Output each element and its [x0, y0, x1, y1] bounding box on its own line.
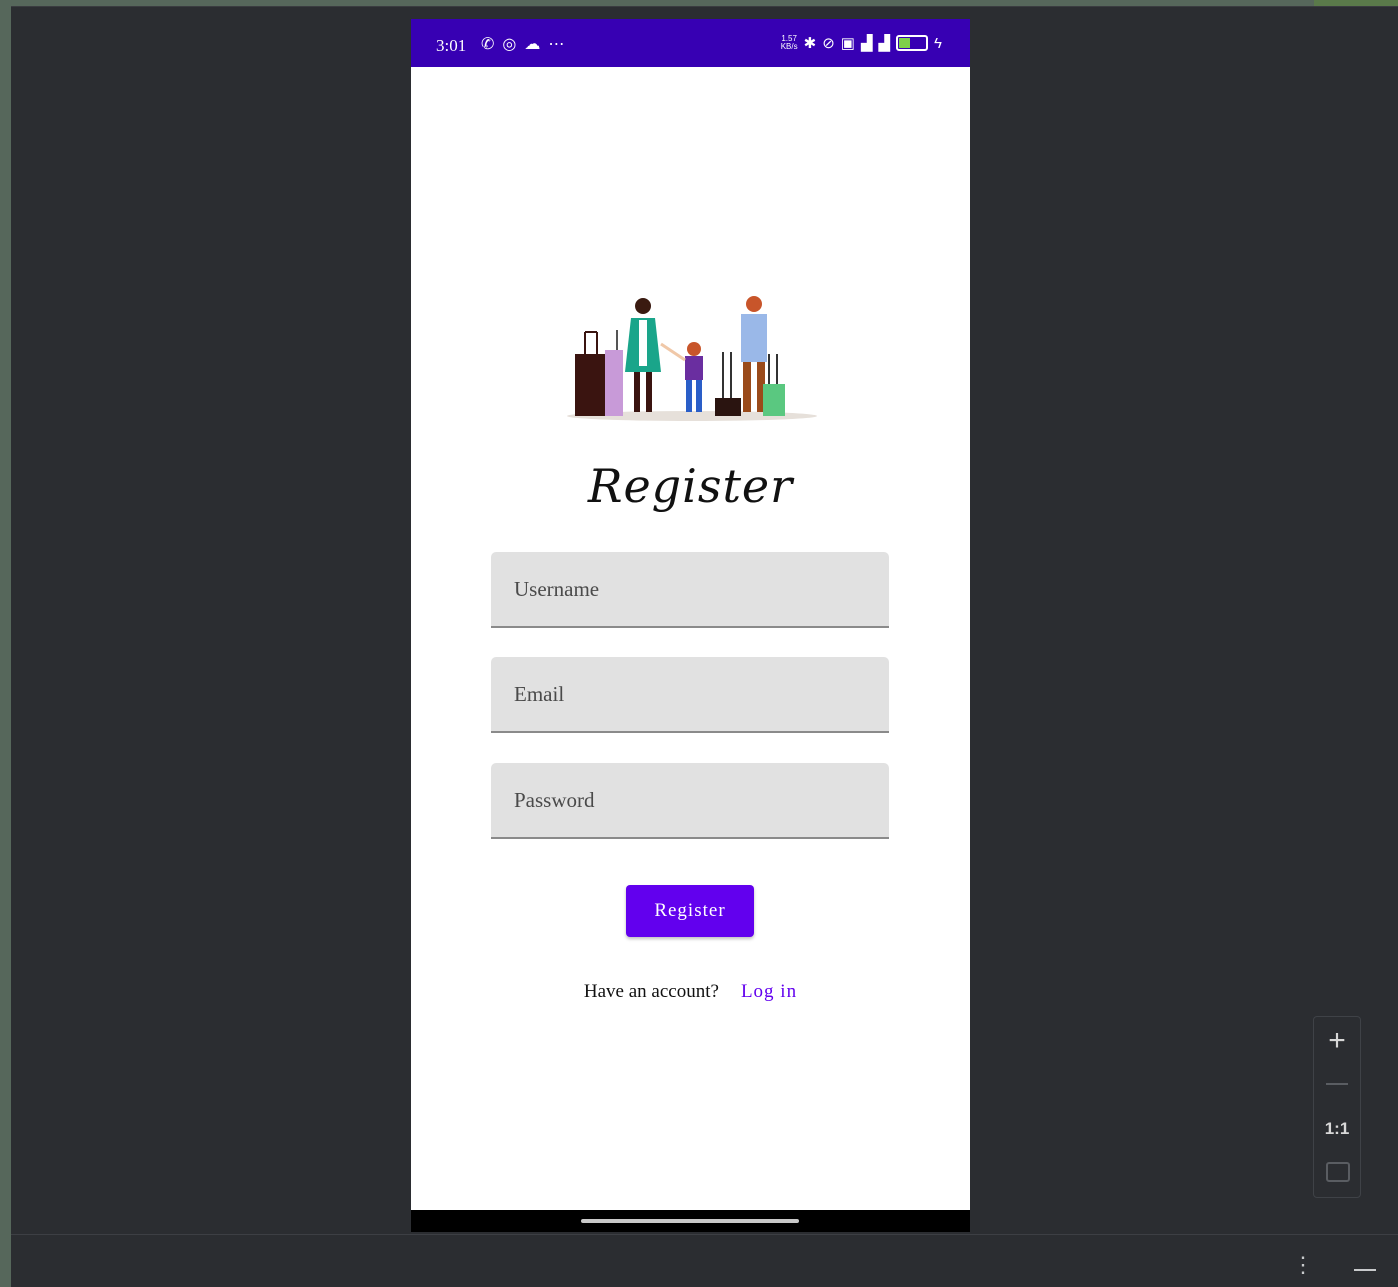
- signal-icon: ▟: [878, 35, 891, 52]
- zoom-in-button[interactable]: +: [1314, 1023, 1360, 1059]
- nfc-icon: ▣: [840, 35, 855, 52]
- have-account-text: Have an account?: [583, 981, 719, 1002]
- more-icon: ⋯: [548, 36, 565, 53]
- zoom-out-button[interactable]: [1326, 1083, 1348, 1085]
- password-field[interactable]: [491, 763, 889, 839]
- page-title: Register: [587, 459, 794, 513]
- username-input[interactable]: [491, 552, 889, 626]
- username-field[interactable]: [491, 552, 889, 628]
- register-button[interactable]: Register: [626, 885, 754, 937]
- status-right-icons: 1.57 KB/s ✱ ⊘ ▣ ▟ ▟ ϟ: [780, 34, 942, 53]
- login-prompt: Have an account? Log in: [411, 981, 970, 1003]
- cloud-icon: ☁: [524, 36, 541, 53]
- password-input[interactable]: [491, 763, 889, 837]
- 5g-signal-icon: ▟: [860, 35, 873, 52]
- status-time: 3:01: [436, 36, 467, 55]
- more-options-icon[interactable]: ⋮: [1292, 1254, 1314, 1276]
- status-bar: 3:01 ✆ ◎ ☁ ⋯ 1.57 KB/s ✱ ⊘ ▣ ▟ ▟ ϟ: [411, 19, 970, 67]
- zoom-actual-size-button[interactable]: 1:1: [1314, 1119, 1360, 1139]
- zoom-controls: + 1:1: [1313, 1016, 1361, 1198]
- whatsapp-icon: ✆: [481, 36, 495, 53]
- phone-screen: 3:01 ✆ ◎ ☁ ⋯ 1.57 KB/s ✱ ⊘ ▣ ▟ ▟ ϟ Regis…: [411, 19, 970, 1232]
- battery-level: [899, 38, 911, 48]
- email-field[interactable]: [491, 657, 889, 733]
- network-speed-icon: 1.57 KB/s: [780, 34, 798, 51]
- bluetooth-icon: ✱: [803, 35, 817, 52]
- minimize-icon[interactable]: [1354, 1269, 1376, 1271]
- alarm-off-icon: ⊘: [822, 35, 835, 52]
- charging-icon: ϟ: [934, 34, 942, 52]
- login-link[interactable]: Log in: [741, 981, 797, 1002]
- navigation-bar: [411, 1210, 970, 1232]
- email-input[interactable]: [491, 657, 889, 731]
- battery-icon: [896, 35, 929, 51]
- zoom-fit-icon[interactable]: [1326, 1162, 1350, 1182]
- status-left-icons: ✆ ◎ ☁ ⋯: [481, 34, 564, 54]
- home-gesture-handle[interactable]: [581, 1219, 799, 1223]
- chrome-icon: ◎: [502, 36, 517, 53]
- bottom-toolbar: ⋮: [11, 1234, 1398, 1287]
- family-travel-illustration: [567, 296, 817, 421]
